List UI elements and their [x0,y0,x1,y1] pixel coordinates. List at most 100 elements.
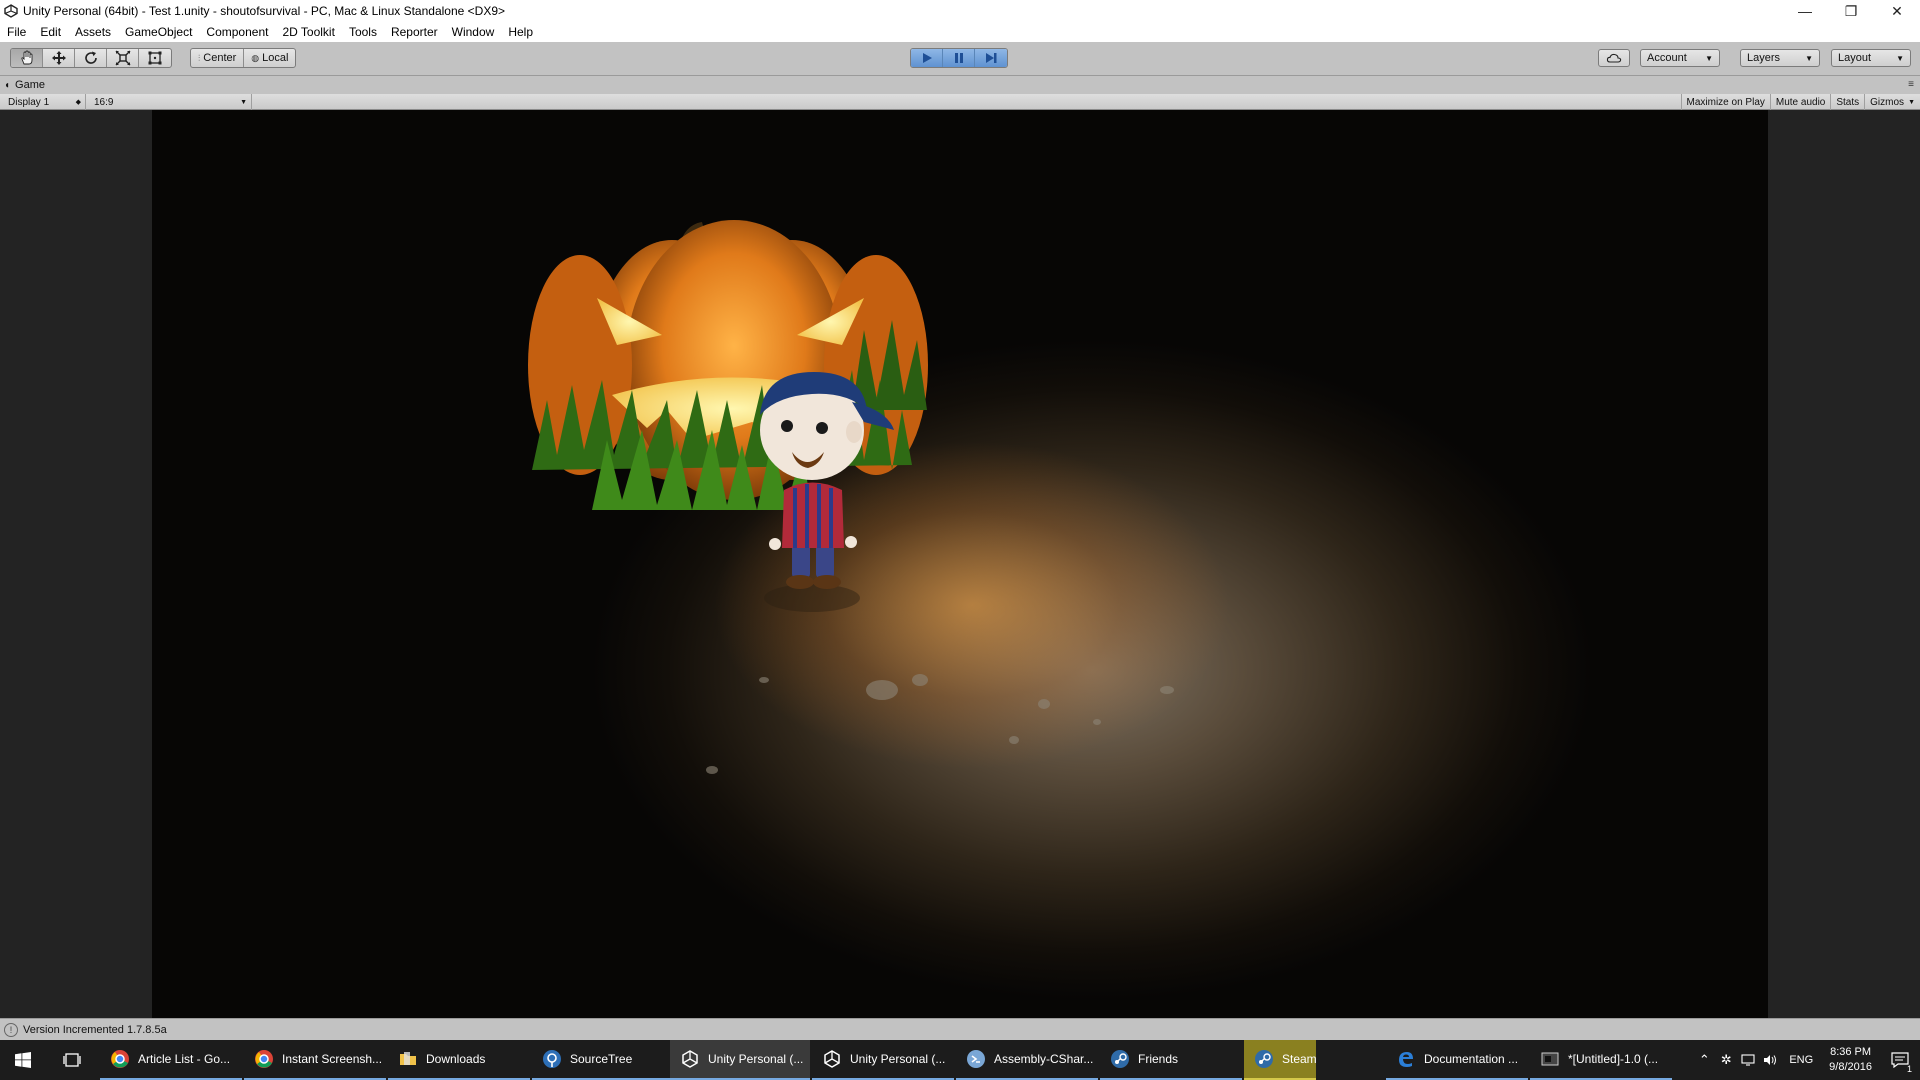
unity-icon [822,1049,842,1069]
menu-tools[interactable]: Tools [342,22,384,42]
taskbar-item[interactable]: SourceTree [532,1040,674,1080]
menu-2d-toolkit[interactable]: 2D Toolkit [275,22,341,42]
maximize-on-play-toggle[interactable]: Maximize on Play [1680,94,1770,110]
play-controls [910,48,1008,68]
scale-tool-button[interactable] [107,49,139,67]
cloud-button[interactable] [1598,49,1630,67]
game-view [0,110,1920,1018]
pivot-icon: ⫶ [198,52,201,63]
tab-game[interactable]: ◖ Game [4,76,45,94]
chevron-down-icon: ▼ [1908,98,1915,106]
play-button[interactable] [911,49,943,67]
unity-logo-icon [3,3,19,19]
image-editor-icon [1540,1049,1560,1069]
step-button[interactable] [975,49,1007,67]
taskbar-item[interactable]: Unity Personal (... [670,1040,810,1080]
status-bar[interactable]: ! Version Incremented 1.7.8.5a [0,1018,1920,1040]
menu-help[interactable]: Help [501,22,540,42]
volume-icon[interactable] [1759,1040,1781,1080]
menu-component[interactable]: Component [199,22,275,42]
menu-window[interactable]: Window [445,22,502,42]
cloud-icon [1606,53,1622,63]
taskbar-item[interactable]: Instant Screensh... [244,1040,386,1080]
menu-reporter[interactable]: Reporter [384,22,445,42]
scale-tool-icon [115,50,130,66]
game-scene [528,220,1174,774]
tab-menu-icon[interactable]: ≡ [1908,79,1914,90]
clock[interactable]: 8:36 PM 9/8/2016 [1821,1045,1880,1075]
account-label: Account [1647,52,1687,64]
chevron-updown-icon: ◆ [75,99,81,106]
close-button[interactable]: ✕ [1874,0,1920,22]
notification-count: 1 [1906,1064,1912,1074]
pivot-center-label: Center [203,52,237,64]
dropbox-icon[interactable]: ✲ [1715,1040,1737,1080]
task-view-button[interactable] [50,1040,94,1080]
pivot-local-label: Local [262,52,289,64]
window-title: Unity Personal (64bit) - Test 1.unity - … [23,4,506,18]
visual-studio-icon [966,1049,986,1069]
network-icon[interactable] [1737,1040,1759,1080]
layers-dropdown[interactable]: Layers ▼ [1740,49,1820,67]
move-tool-button[interactable] [43,49,75,67]
layout-dropdown[interactable]: Layout ▼ [1831,49,1911,67]
display-dropdown[interactable]: Display 1 ◆ [0,94,86,110]
account-dropdown[interactable]: Account ▼ [1640,49,1720,67]
pause-button[interactable] [943,49,975,67]
system-tray: ⌃ ✲ ENG 8:36 PM 9/8/2016 1 [1693,1040,1920,1080]
stats-toggle[interactable]: Stats [1830,94,1864,110]
rotate-tool-button[interactable] [75,49,107,67]
sourcetree-icon [542,1049,562,1069]
taskbar-item[interactable]: Downloads [388,1040,530,1080]
taskbar-item[interactable]: Article List - Go... [100,1040,242,1080]
pivot-center-button[interactable]: ⫶ Center [191,49,245,67]
minimize-button[interactable]: — [1782,0,1828,22]
play-icon [922,53,932,63]
taskbar-item[interactable]: Documentation ... [1386,1040,1528,1080]
task-view-icon [63,1053,81,1067]
chevron-down-icon: ▼ [240,98,247,106]
menu-bar: File Edit Assets GameObject Component 2D… [0,22,1920,42]
unity-icon [680,1049,700,1069]
taskbar-item-label: Friends [1138,1052,1179,1066]
maximize-button[interactable]: ❐ [1828,0,1874,22]
rect-tool-button[interactable] [139,49,171,67]
menu-edit[interactable]: Edit [33,22,68,42]
pacman-icon: ◖ [4,79,11,91]
start-button[interactable] [0,1040,46,1080]
taskbar-item[interactable]: Unity Personal (... [812,1040,954,1080]
language-indicator[interactable]: ENG [1781,1054,1821,1066]
menu-file[interactable]: File [0,22,33,42]
taskbar-item-label: Documentation ... [1424,1052,1519,1066]
windows-logo-icon [15,1052,31,1068]
pause-icon [954,53,963,63]
taskbar-item-label: SourceTree [570,1052,633,1066]
aspect-dropdown[interactable]: 16:9 ▼ [86,94,252,110]
globe-icon: ◍ [251,52,260,63]
taskbar-item[interactable]: Friends [1100,1040,1242,1080]
chevron-up-icon[interactable]: ⌃ [1693,1040,1715,1080]
main-toolbar: ⫶ Center ◍ Local Account ▼ Layers ▼ Layo… [0,42,1920,76]
game-viewport[interactable] [152,110,1768,1018]
gizmos-dropdown[interactable]: Gizmos ▼ [1864,94,1920,110]
move-tool-icon [51,51,66,65]
menu-gameobject[interactable]: GameObject [118,22,199,42]
pivot-local-button[interactable]: ◍ Local [244,49,295,67]
menu-assets[interactable]: Assets [68,22,118,42]
step-icon [986,53,997,63]
hand-tool-icon [20,50,32,65]
display-label: Display 1 [8,96,50,108]
game-view-controls: Display 1 ◆ 16:9 ▼ Maximize on Play Mute… [0,94,1920,110]
taskbar-item[interactable]: Steam [1244,1040,1316,1080]
window-titlebar: Unity Personal (64bit) - Test 1.unity - … [0,0,1920,22]
chevron-down-icon: ▼ [1805,53,1813,63]
action-center-button[interactable]: 1 [1880,1040,1920,1080]
edge-icon [1396,1049,1416,1069]
rect-tool-icon [148,51,162,65]
chevron-down-icon: ▼ [1705,53,1713,63]
taskbar-item[interactable]: *[Untitled]-1.0 (... [1530,1040,1672,1080]
windows-taskbar: Article List - Go... Instant Screensh...… [0,1040,1920,1080]
mute-audio-toggle[interactable]: Mute audio [1769,94,1830,110]
hand-tool-button[interactable] [11,49,43,67]
taskbar-item[interactable]: Assembly-CShar... [956,1040,1098,1080]
